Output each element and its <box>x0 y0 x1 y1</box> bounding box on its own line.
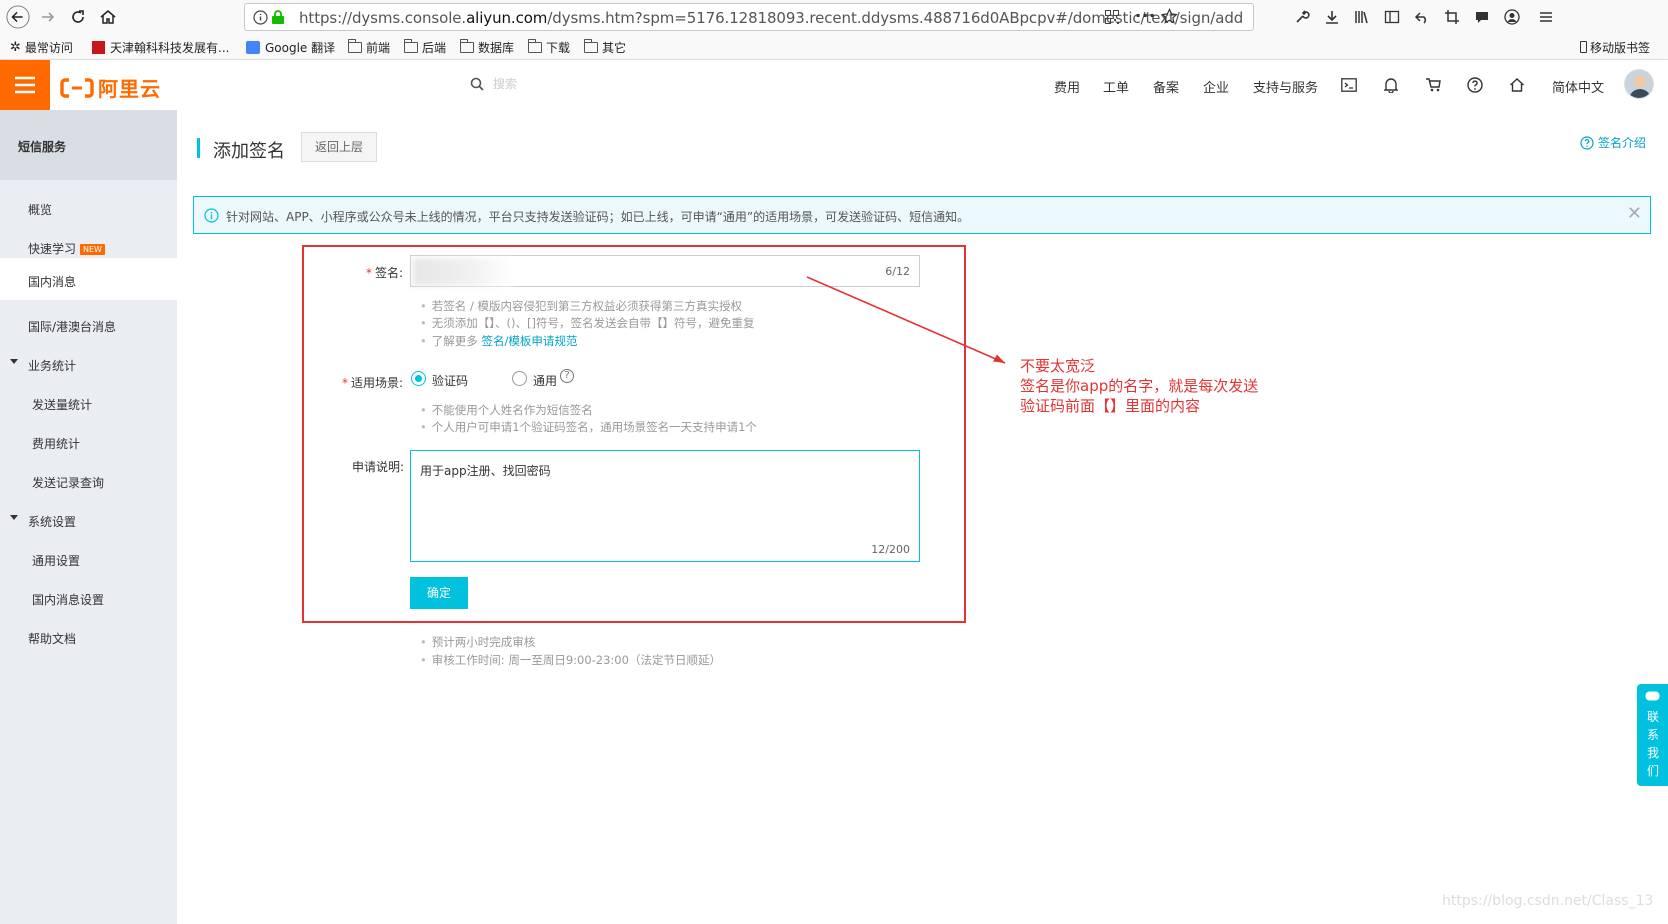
sidebar-header: 短信服务 <box>0 110 177 180</box>
language-switch[interactable]: 简体中文 <box>1552 77 1604 96</box>
sidebar-item-general-settings[interactable]: 通用设置 <box>0 539 177 579</box>
annotation-arrow <box>806 276 1006 364</box>
sidebar-group-statistics[interactable]: 业务统计 <box>0 344 177 384</box>
forward-arrow-icon[interactable] <box>36 5 60 29</box>
help-icon[interactable] <box>1466 76 1484 94</box>
site-favicon-icon <box>92 40 105 54</box>
contact-us-tab[interactable]: 联系我们 <box>1637 684 1668 786</box>
home-icon[interactable] <box>96 5 120 29</box>
mobile-icon <box>1580 41 1587 53</box>
new-badge: NEW <box>80 244 105 255</box>
search-placeholder: 搜索 <box>493 77 518 91</box>
url-bar[interactable]: https://dysms.console.aliyun.com/dysms.h… <box>244 3 1254 31</box>
sidebar-item-international[interactable]: 国际/港澳台消息 <box>0 305 177 345</box>
reload-icon[interactable] <box>66 5 90 29</box>
hamburger-menu-icon[interactable] <box>1536 7 1556 27</box>
sidebar-item-overview[interactable]: 概览 <box>0 188 177 228</box>
back-arrow-icon[interactable] <box>6 5 30 29</box>
star-icon[interactable] <box>1161 8 1178 25</box>
sidebar-item-send-stats[interactable]: 发送量统计 <box>0 383 177 423</box>
bookmarks-bar: ✲ 最常访问 天津翰科科技发展有... Google 翻译 前端 后端 数据库 … <box>0 34 1668 60</box>
hamburger-icon <box>15 76 35 94</box>
chat-bubble-icon <box>1645 691 1660 703</box>
chevron-down-icon <box>10 359 18 364</box>
help-icon <box>1580 135 1594 150</box>
account-icon[interactable] <box>1502 7 1522 27</box>
bell-icon[interactable] <box>1382 76 1400 94</box>
translate-icon <box>246 40 260 54</box>
download-icon[interactable] <box>1322 7 1342 27</box>
folder-icon <box>460 38 474 53</box>
folder-icon <box>584 38 598 53</box>
nav-icp[interactable]: 备案 <box>1153 77 1179 96</box>
bookmark-most-visited[interactable]: ✲ 最常访问 <box>10 39 73 55</box>
review-hint: 预计两小时完成审核 <box>420 634 536 650</box>
gear-icon: ✲ <box>10 39 21 55</box>
cart-icon[interactable] <box>1424 76 1442 94</box>
bookmark-folder-other[interactable]: 其它 <box>584 38 626 55</box>
home-icon[interactable] <box>1508 76 1526 94</box>
nav-billing[interactable]: 费用 <box>1054 77 1080 96</box>
undo-icon[interactable] <box>1412 7 1432 27</box>
avatar[interactable] <box>1624 69 1654 99</box>
bookmark-folder-downloads[interactable]: 下载 <box>528 38 570 55</box>
bookmark-mobile[interactable]: 移动版书签 <box>1580 39 1650 55</box>
sidebar-item-cost-stats[interactable]: 费用统计 <box>0 422 177 462</box>
info-circle-icon <box>204 208 219 223</box>
bookmark-folder-frontend[interactable]: 前端 <box>348 38 390 55</box>
page-title: 添加签名 <box>213 141 285 162</box>
chat-icon[interactable] <box>1472 7 1492 27</box>
sign-intro-link[interactable]: 签名介绍 <box>1580 134 1646 151</box>
url-text: https://dysms.console.aliyun.com/dysms.h… <box>299 9 1244 27</box>
console-header: 阿里云 搜索 费用 工单 备案 企业 支持与服务 简体中文 <box>0 60 1668 110</box>
info-banner-text: 针对网站、APP、小程序或公众号未上线的情况，平台只支持发送验证码；如已上线，可… <box>226 210 970 224</box>
nav-enterprise[interactable]: 企业 <box>1203 77 1229 96</box>
sidebar-title: 短信服务 <box>18 140 67 154</box>
lock-icon <box>271 9 285 25</box>
sidebar-item-send-records[interactable]: 发送记录查询 <box>0 461 177 501</box>
aliyun-logo[interactable]: 阿里云 <box>60 73 161 102</box>
bookmark-folder-database[interactable]: 数据库 <box>460 38 514 55</box>
review-hint: 审核工作时间: 周一至周日9:00-23:00（法定节日顺延） <box>420 652 721 668</box>
back-button[interactable]: 返回上层 <box>301 132 378 162</box>
header-search[interactable]: 搜索 <box>470 75 517 92</box>
info-icon[interactable] <box>253 10 268 25</box>
browser-toolbar: https://dysms.console.aliyun.com/dysms.h… <box>0 0 1668 34</box>
info-banner: 针对网站、APP、小程序或公众号未上线的情况，平台只支持发送验证码；如已上线，可… <box>193 196 1651 234</box>
sidebar: 短信服务 概览 快速学习 NEW 国内消息 国际/港澳台消息 业务统计 发送量统计… <box>0 110 177 924</box>
menu-toggle-button[interactable] <box>0 60 50 110</box>
title-accent-bar <box>197 138 200 158</box>
watermark: https://blog.csdn.net/Class_13 <box>1442 893 1654 909</box>
page-header: 添加签名 返回上层 签名介绍 <box>177 110 1668 180</box>
library-icon[interactable] <box>1352 7 1372 27</box>
sidebar-item-domestic-settings[interactable]: 国内消息设置 <box>0 578 177 618</box>
aliyun-logo-icon <box>60 77 94 98</box>
nav-tickets[interactable]: 工单 <box>1103 77 1129 96</box>
folder-icon <box>528 38 542 53</box>
more-actions-icon[interactable]: ··· <box>1135 6 1156 25</box>
sidebar-group-settings[interactable]: 系统设置 <box>0 500 177 540</box>
annotation-note: 不要太宽泛 签名是你app的名字，就是每次发送 验证码前面【】里面的内容 <box>1020 357 1259 415</box>
wrench-icon[interactable] <box>1292 7 1312 27</box>
crop-icon[interactable] <box>1442 7 1462 27</box>
sidebar-item-domestic[interactable]: 国内消息 <box>0 258 177 300</box>
nav-support[interactable]: 支持与服务 <box>1253 77 1318 96</box>
sidebar-item-help-docs[interactable]: 帮助文档 <box>0 617 177 657</box>
chevron-down-icon <box>10 515 18 520</box>
bookmark-folder-backend[interactable]: 后端 <box>404 38 446 55</box>
sidebar-toggle-icon[interactable] <box>1382 7 1402 27</box>
bookmark-tianjin[interactable]: 天津翰科科技发展有... <box>92 39 229 55</box>
folder-icon <box>404 38 418 53</box>
folder-icon <box>348 38 362 53</box>
terminal-icon[interactable] <box>1340 76 1358 94</box>
bookmark-google-translate[interactable]: Google 翻译 <box>246 39 335 55</box>
close-icon[interactable]: ✕ <box>1627 203 1642 224</box>
qr-code-icon[interactable] <box>1105 10 1119 24</box>
search-icon <box>470 77 484 91</box>
